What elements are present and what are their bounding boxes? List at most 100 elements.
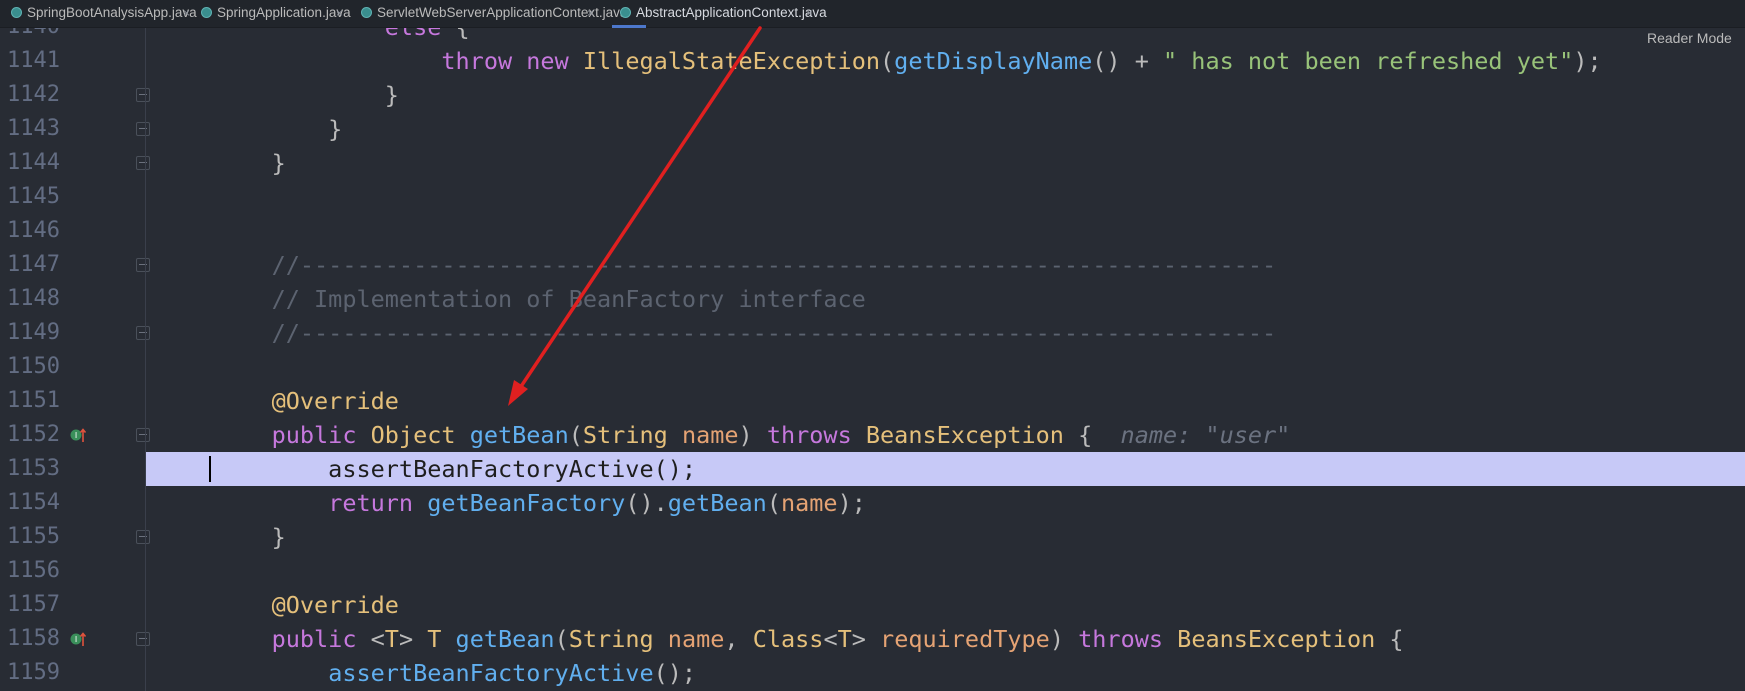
code-token: () + — [1092, 47, 1163, 75]
code-line[interactable]: 1144 } — [0, 146, 1745, 180]
line-number: 1155 — [7, 524, 60, 549]
code-text: @Override — [215, 588, 399, 622]
code-line[interactable]: 1142 } — [0, 78, 1745, 112]
line-number: 1156 — [7, 558, 60, 583]
tab-label: AbstractApplicationContext.java — [636, 5, 827, 20]
code-token: @Override — [271, 591, 399, 619]
indent-guide — [145, 28, 146, 691]
code-token: ( — [554, 625, 569, 653]
code-token: < — [823, 625, 838, 653]
code-token: > — [398, 625, 428, 653]
code-text: } — [215, 78, 399, 112]
code-line[interactable]: 1150 — [0, 350, 1745, 384]
code-text: throw new IllegalStateException(getDispl… — [215, 44, 1602, 78]
code-text: public <T> T getBean(String name, Class<… — [215, 622, 1404, 656]
line-number: 1140 — [7, 28, 60, 44]
code-line[interactable]: 1156 — [0, 554, 1745, 588]
code-token: getBean — [455, 625, 555, 653]
line-number: 1145 — [7, 184, 60, 209]
code-editor[interactable]: 1140 else {1141 throw new IllegalStateEx… — [0, 28, 1745, 691]
line-number: 1142 — [7, 82, 60, 107]
code-line[interactable]: 1148 // Implementation of BeanFactory in… — [0, 282, 1745, 316]
tab-label: SpringApplication.java — [217, 5, 351, 20]
code-line[interactable]: 1147 //---------------------------------… — [0, 248, 1745, 282]
line-number: 1158 — [7, 626, 60, 651]
code-token: ( — [880, 47, 895, 75]
code-token: name — [780, 489, 838, 517]
code-line[interactable]: 1159 assertBeanFactoryActive(); — [0, 656, 1745, 690]
code-token: ); — [1573, 47, 1602, 75]
code-line[interactable]: 1151 @Override — [0, 384, 1745, 418]
code-text: } — [215, 146, 286, 180]
override-marker-icon[interactable]: I — [70, 427, 86, 443]
code-text: assertBeanFactoryActive(); — [215, 452, 696, 486]
svg-text:I: I — [75, 431, 77, 440]
code-token: else — [385, 28, 442, 41]
code-token: assertBeanFactoryActive — [328, 659, 654, 687]
line-number: 1147 — [7, 252, 60, 277]
code-token: name: "user" — [1120, 421, 1291, 449]
java-class-icon — [201, 7, 212, 18]
code-text: return getBeanFactory().getBean(name); — [215, 486, 866, 520]
code-line[interactable]: 1140 else { — [0, 28, 1745, 44]
fold-toggle-icon[interactable] — [136, 258, 150, 272]
fold-toggle-icon[interactable] — [136, 88, 150, 102]
line-number: 1146 — [7, 218, 60, 243]
fold-toggle-icon[interactable] — [136, 156, 150, 170]
code-line[interactable]: 1141 throw new IllegalStateException(get… — [0, 44, 1745, 78]
code-token: IllegalStateException — [582, 47, 881, 75]
code-token: String — [568, 625, 654, 653]
fold-toggle-icon[interactable] — [136, 530, 150, 544]
reader-mode-button[interactable]: Reader Mode — [1647, 30, 1732, 46]
code-token: ( — [766, 489, 781, 517]
fold-toggle-icon[interactable] — [136, 632, 150, 646]
close-tab-icon[interactable]: × — [587, 0, 594, 26]
code-line[interactable]: 1145 — [0, 180, 1745, 214]
code-line[interactable]: 1152 I public Object getBean(String name)… — [0, 418, 1745, 452]
java-class-icon — [11, 7, 22, 18]
fold-toggle-icon[interactable] — [136, 428, 150, 442]
code-line[interactable]: 1146 — [0, 214, 1745, 248]
code-line[interactable]: 1158 I public <T> T getBean(String name, … — [0, 622, 1745, 656]
fold-toggle-icon[interactable] — [136, 122, 150, 136]
code-text: //--------------------------------------… — [215, 316, 1277, 350]
code-token: BeansException — [1177, 625, 1376, 653]
code-token: getDisplayName — [894, 47, 1093, 75]
close-tab-icon[interactable]: × — [806, 0, 813, 26]
svg-text:I: I — [75, 635, 77, 644]
code-line[interactable]: 1143 } — [0, 112, 1745, 146]
code-line[interactable]: 1155 } — [0, 520, 1745, 554]
close-tab-icon[interactable]: × — [183, 0, 190, 26]
code-line[interactable]: 1154 return getBeanFactory().getBean(nam… — [0, 486, 1745, 520]
current-code-line[interactable]: 1153 assertBeanFactoryActive(); — [0, 452, 1745, 486]
code-line[interactable]: 1149 //---------------------------------… — [0, 316, 1745, 350]
java-class-icon — [620, 7, 631, 18]
code-token: { — [1375, 625, 1404, 653]
line-number: 1151 — [7, 388, 60, 413]
code-token: getBean — [469, 421, 569, 449]
code-token: ) — [738, 421, 767, 449]
code-token: T — [837, 625, 852, 653]
override-marker-icon[interactable]: I — [70, 631, 86, 647]
line-number: 1152 — [7, 422, 60, 447]
code-line[interactable]: 1157 @Override — [0, 588, 1745, 622]
code-token: //--------------------------------------… — [215, 319, 1277, 347]
code-token: (). — [625, 489, 668, 517]
editor-tab-bar: SpringBootAnalysisApp.java × SpringApplica… — [0, 0, 1745, 28]
line-number: 1148 — [7, 286, 60, 311]
close-tab-icon[interactable]: × — [336, 0, 343, 26]
code-text: else { — [215, 28, 470, 44]
fold-toggle-icon[interactable] — [136, 326, 150, 340]
